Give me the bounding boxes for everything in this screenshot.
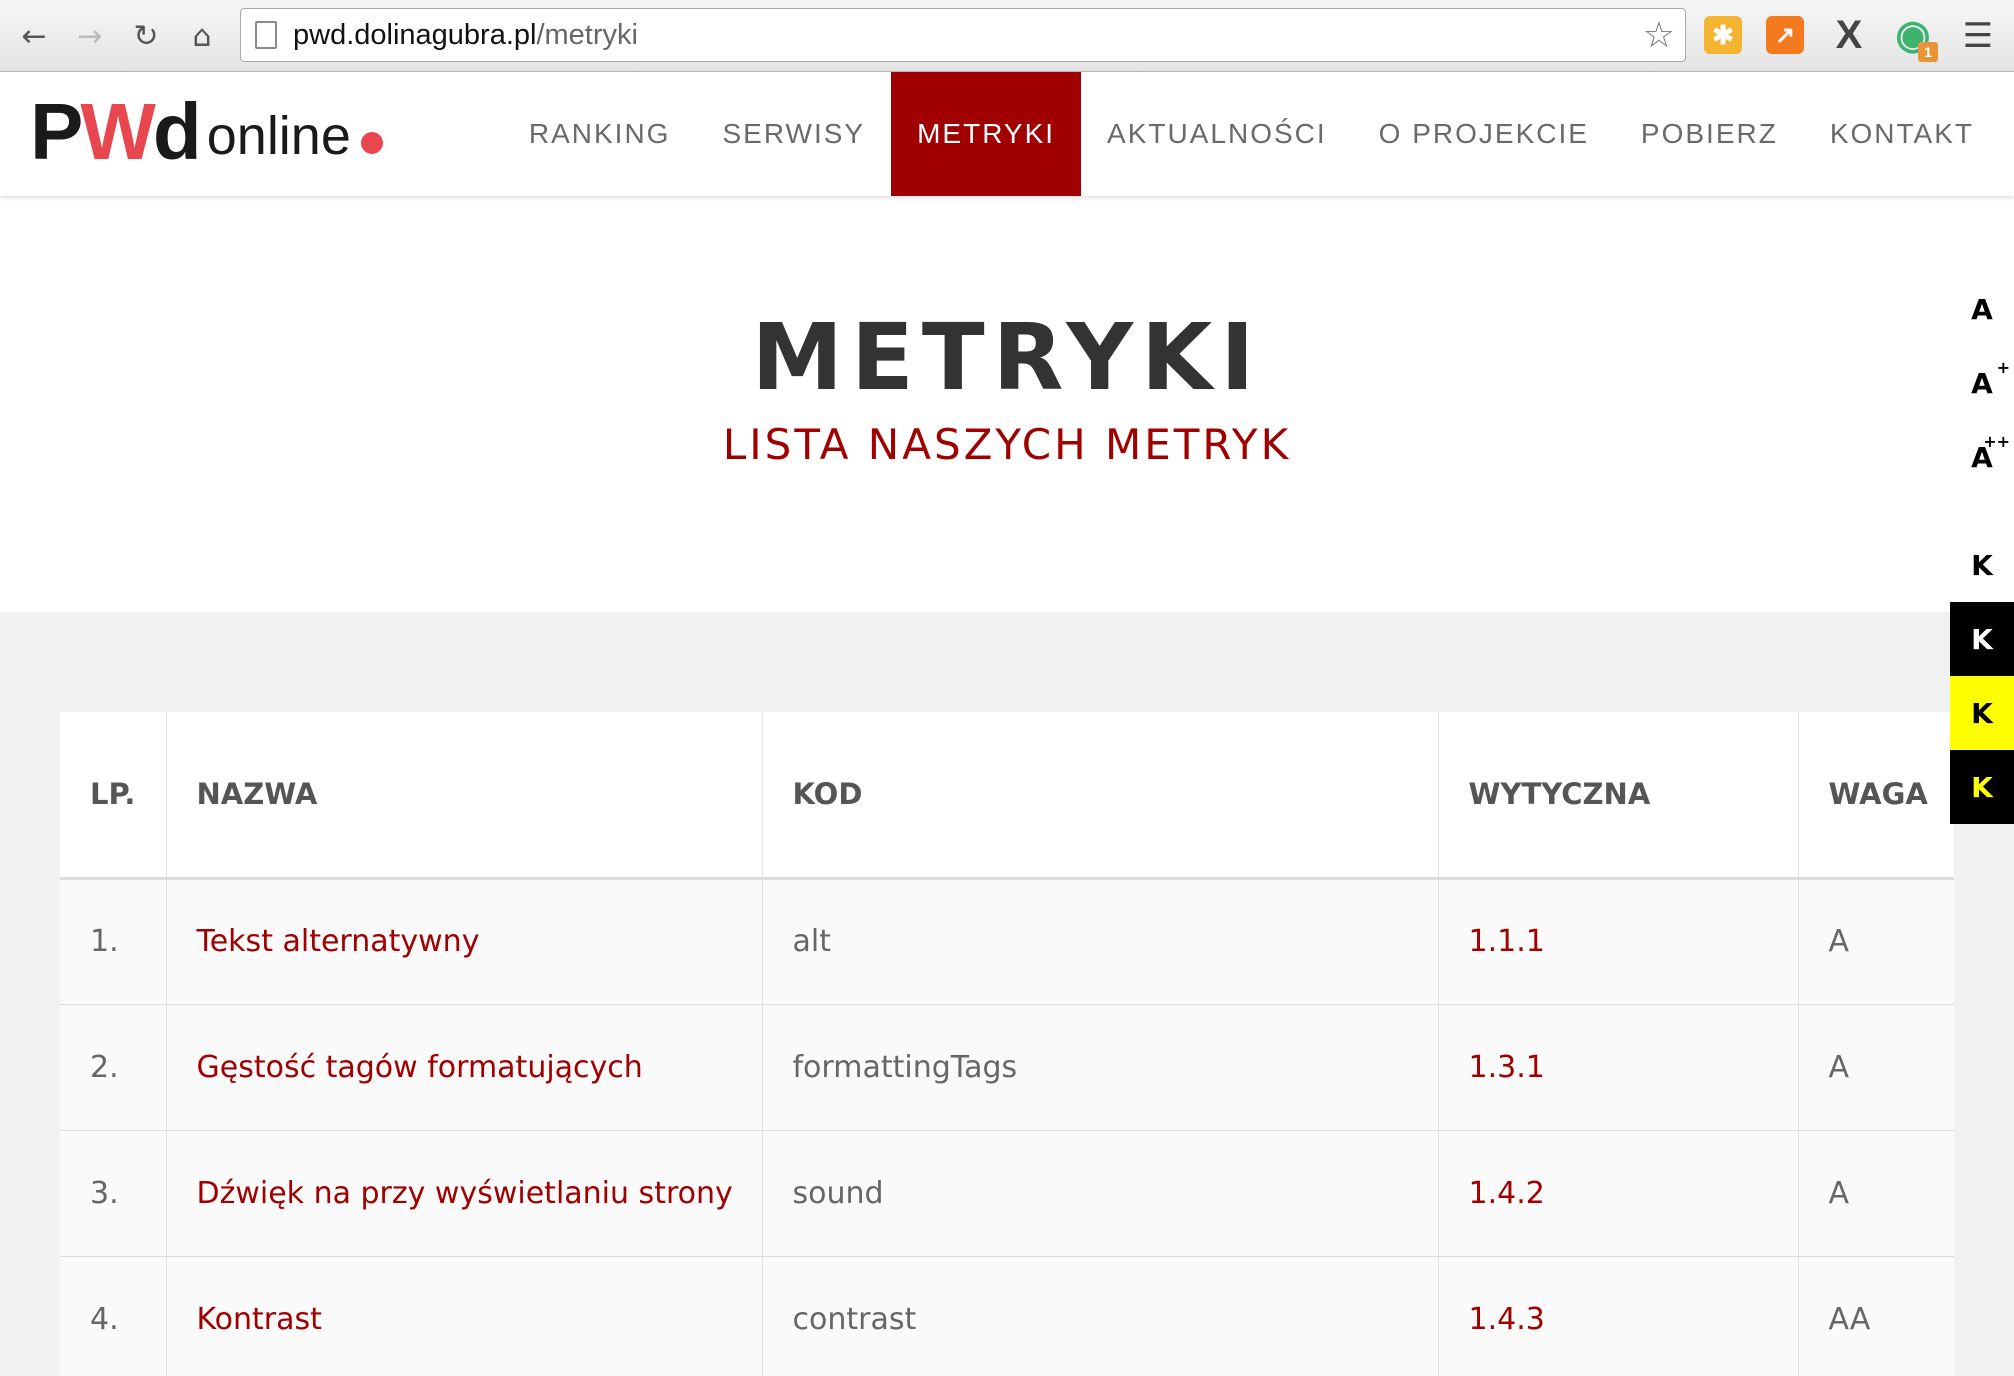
page-icon xyxy=(255,21,277,49)
header-kod: KOD xyxy=(762,712,1439,880)
font-size-xlarge-button[interactable]: A ++ xyxy=(1950,420,2014,494)
cell-kod: contrast xyxy=(762,1256,1439,1376)
metrics-table-container: LP. NAZWA KOD WYTYCZNA WAGA 1. Tekst alt… xyxy=(60,712,1954,1376)
nav-serwisy[interactable]: SERWISY xyxy=(696,72,891,196)
extension-x-icon[interactable]: X xyxy=(1830,13,1868,57)
cell-lp: 3. xyxy=(60,1130,167,1257)
cell-waga: A xyxy=(1798,1130,1954,1257)
cell-lp: 1. xyxy=(60,878,167,1005)
header-nazwa: NAZWA xyxy=(166,712,763,880)
extension-chart-icon[interactable]: ↗ xyxy=(1766,16,1804,54)
cell-waga: A xyxy=(1798,1004,1954,1131)
header-waga: WAGA xyxy=(1798,712,1954,880)
contrast-default-button[interactable]: K xyxy=(1950,528,2014,602)
nav-aktualnosci[interactable]: AKTUALNOŚCI xyxy=(1081,72,1353,196)
extension-badge: 1 xyxy=(1918,42,1938,62)
cell-waga: A xyxy=(1798,878,1954,1005)
font-size-normal-label: A xyxy=(1971,292,1993,326)
main-nav: RANKING SERWISY METRYKI AKTUALNOŚCI O PR… xyxy=(503,72,2000,196)
cell-lp: 4. xyxy=(60,1256,167,1376)
cell-kod: alt xyxy=(762,878,1439,1005)
site-logo[interactable]: PWd online xyxy=(30,92,383,172)
table-row: 3. Dźwięk na przy wyświetlaniu strony so… xyxy=(60,1130,1954,1257)
url-path: /metryki xyxy=(536,19,638,51)
logo-letter-d: d xyxy=(152,87,202,176)
cell-wytyczna-link[interactable]: 1.4.3 xyxy=(1438,1256,1799,1376)
page-subtitle: LISTA NASZYCH METRYK xyxy=(722,420,1292,469)
cell-kod: sound xyxy=(762,1130,1439,1257)
contrast-yellow-on-black-button[interactable]: K xyxy=(1950,750,2014,824)
cell-nazwa-link[interactable]: Tekst alternatywny xyxy=(166,878,763,1005)
font-size-large-sup: + xyxy=(1996,358,2010,377)
browser-menu-icon[interactable]: ☰ xyxy=(1960,16,1996,56)
header-wytyczna: WYTYCZNA xyxy=(1438,712,1799,880)
nav-o-projekcie[interactable]: O PROJEKCIE xyxy=(1353,72,1615,196)
nav-pobierz[interactable]: POBIERZ xyxy=(1615,72,1804,196)
nav-kontakt[interactable]: KONTAKT xyxy=(1804,72,2000,196)
browser-toolbar: ← → ↻ ⌂ pwd.dolinagubra.pl/metryki ☆ ✱ ↗… xyxy=(0,0,2014,72)
cell-nazwa-link[interactable]: Gęstość tagów formatujących xyxy=(166,1004,763,1131)
logo-mark: PWd xyxy=(30,92,202,172)
home-icon[interactable]: ⌂ xyxy=(182,16,222,56)
header-lp: LP. xyxy=(60,712,167,880)
page-title: METRYKI xyxy=(751,304,1263,411)
site-header: PWd online RANKING SERWISY METRYKI AKTUA… xyxy=(0,72,2014,196)
font-size-large-label: A xyxy=(1971,366,1993,400)
cell-nazwa-link[interactable]: Kontrast xyxy=(166,1256,763,1376)
contrast-white-on-black-button[interactable]: K xyxy=(1950,602,2014,676)
url-text[interactable]: pwd.dolinagubra.pl/metryki xyxy=(293,19,638,52)
page-hero: METRYKI LISTA NASZYCH METRYK xyxy=(0,196,2014,612)
cell-wytyczna-link[interactable]: 1.4.2 xyxy=(1438,1130,1799,1257)
cell-wytyczna-link[interactable]: 1.1.1 xyxy=(1438,878,1799,1005)
reload-icon[interactable]: ↻ xyxy=(126,16,166,56)
nav-metryki[interactable]: METRYKI xyxy=(891,72,1082,196)
logo-letter-p: P xyxy=(30,87,83,176)
extension-asterisk-icon[interactable]: ✱ xyxy=(1704,16,1742,54)
forward-arrow-icon[interactable]: → xyxy=(70,16,110,56)
a11y-spacer xyxy=(1950,494,2014,528)
accessibility-panel: A A + A ++ K K K K xyxy=(1950,272,2014,824)
logo-letter-w: W xyxy=(80,87,155,176)
url-host: pwd.dolinagubra.pl xyxy=(293,19,537,51)
cell-nazwa-link[interactable]: Dźwięk na przy wyświetlaniu strony xyxy=(166,1130,763,1257)
font-size-normal-button[interactable]: A xyxy=(1950,272,2014,346)
table-row: 2. Gęstość tagów formatujących formattin… xyxy=(60,1004,1954,1131)
table-row: 1. Tekst alternatywny alt 1.1.1 A xyxy=(60,878,1954,1005)
table-row: 4. Kontrast contrast 1.4.3 AA xyxy=(60,1256,1954,1376)
logo-text: online xyxy=(206,106,351,166)
address-bar[interactable]: pwd.dolinagubra.pl/metryki ☆ xyxy=(240,8,1686,62)
cell-lp: 2. xyxy=(60,1004,167,1131)
table-header-row: LP. NAZWA KOD WYTYCZNA WAGA xyxy=(60,712,1954,880)
metrics-table: LP. NAZWA KOD WYTYCZNA WAGA 1. Tekst alt… xyxy=(60,712,1954,1376)
cell-kod: formattingTags xyxy=(762,1004,1439,1131)
cell-waga: AA xyxy=(1798,1256,1954,1376)
font-size-xlarge-sup: ++ xyxy=(1983,432,2010,451)
nav-ranking[interactable]: RANKING xyxy=(503,72,697,196)
cell-wytyczna-link[interactable]: 1.3.1 xyxy=(1438,1004,1799,1131)
contrast-black-on-yellow-button[interactable]: K xyxy=(1950,676,2014,750)
extension-ring-icon[interactable]: ◉ 1 xyxy=(1894,13,1938,62)
font-size-large-button[interactable]: A + xyxy=(1950,346,2014,420)
back-arrow-icon[interactable]: ← xyxy=(14,16,54,56)
bookmark-star-icon[interactable]: ☆ xyxy=(1643,15,1675,56)
logo-dot-icon xyxy=(360,132,383,154)
